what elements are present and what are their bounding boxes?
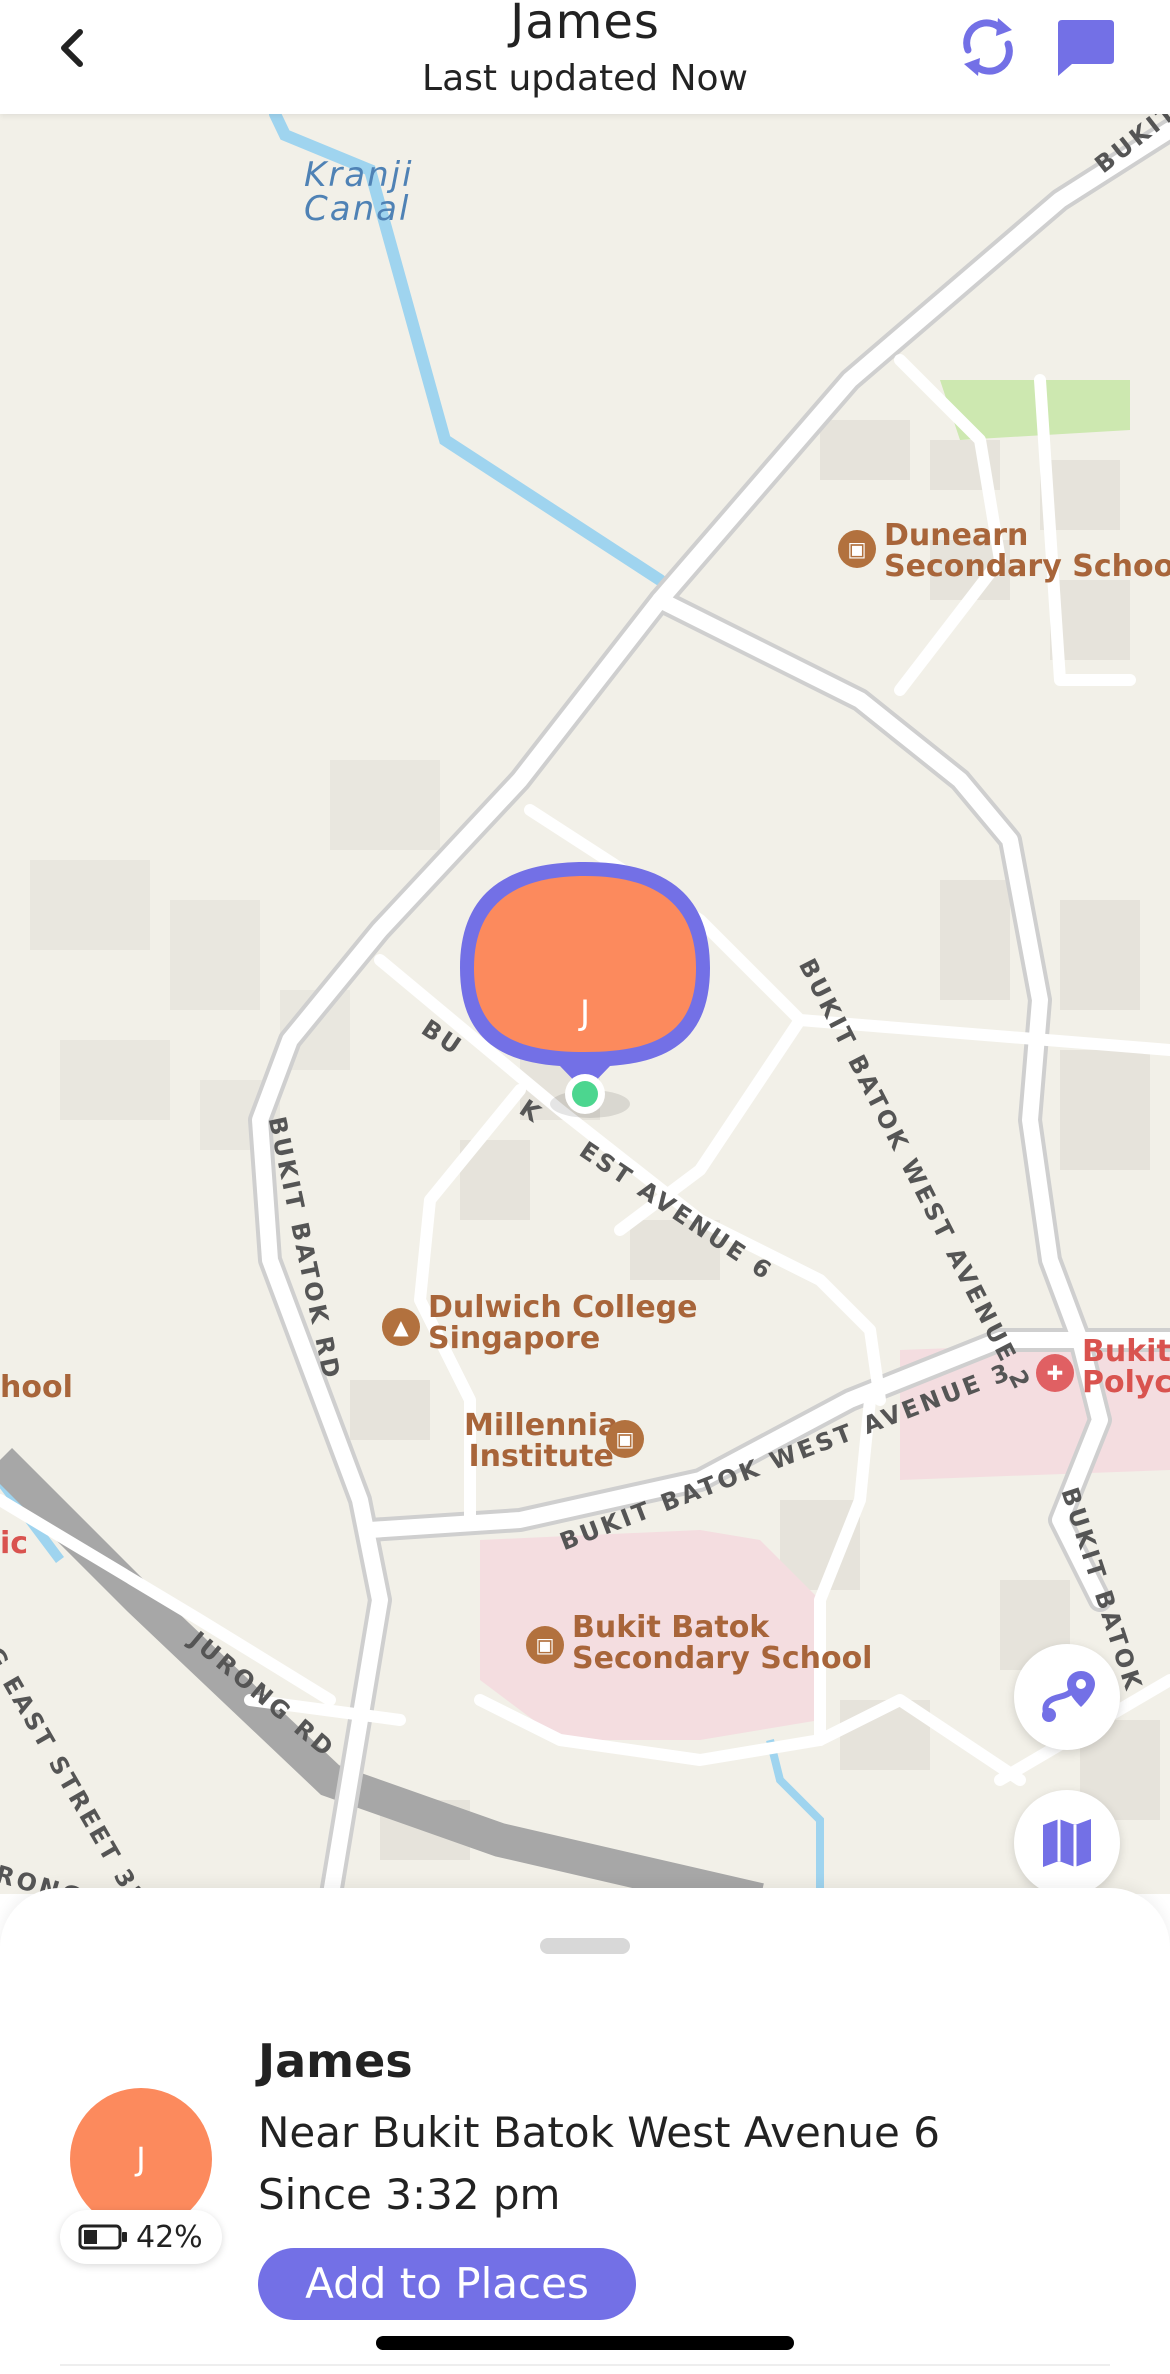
route-pin-icon [1042,1671,1095,1722]
hospital-icon: ✚ [1036,1354,1074,1392]
map-type-button[interactable] [1014,1790,1120,1894]
kranji-canal-label: Kranji Canal [304,155,414,229]
school-icon: ▣ [838,530,876,568]
poi-millennia-institute[interactable]: Millennia Institute [464,1410,618,1472]
avatar[interactable]: J [70,2088,212,2230]
refresh-icon [963,18,1013,76]
map-icon [1043,1819,1091,1867]
location-since: Since 3:32 pm [258,2170,561,2219]
sheet-grabber[interactable] [540,1938,630,1954]
add-to-places-button[interactable]: Add to Places [258,2248,636,2320]
person-name: James [258,2034,413,2088]
divider [60,2364,1110,2366]
map-view[interactable]: Kranji Canal BUKIT ▣ Dunearn Secondary S… [0,114,1170,1894]
school-icon: ▣ [606,1420,644,1458]
battery-icon [78,2224,127,2250]
directions-button[interactable] [1014,1644,1120,1750]
chat-button[interactable] [1054,16,1118,80]
app-header: James Last updated Now [0,0,1170,114]
college-icon: ▲ [382,1308,420,1346]
poi-bukit-batok-secondary[interactable]: Bukit Batok Secondary School [572,1612,872,1674]
marker-bubble [460,862,710,1118]
home-indicator [376,2336,794,2350]
poi-left-ic[interactable]: ic [0,1528,28,1559]
battery-badge: 42% [60,2210,222,2264]
chat-bubble-icon [1058,20,1114,76]
poi-bukit-polyclinic[interactable]: Bukit Polycl [1082,1336,1170,1398]
poi-dulwich-college[interactable]: Dulwich College Singapore [428,1292,698,1354]
poi-dunearn-secondary[interactable]: Dunearn Secondary School [884,520,1170,582]
person-location: Near Bukit Batok West Avenue 6 [258,2108,940,2157]
marker-initial: J [579,993,591,1033]
person-info-sheet: J 42% James Near Bukit Batok West Avenue… [0,1888,1170,2374]
school-icon: ▣ [526,1626,564,1664]
battery-percentage: 42% [136,2220,203,2255]
person-map-marker[interactable]: J [440,848,730,1128]
refresh-button[interactable] [958,14,1018,80]
poi-school-left[interactable]: hool [0,1372,73,1403]
